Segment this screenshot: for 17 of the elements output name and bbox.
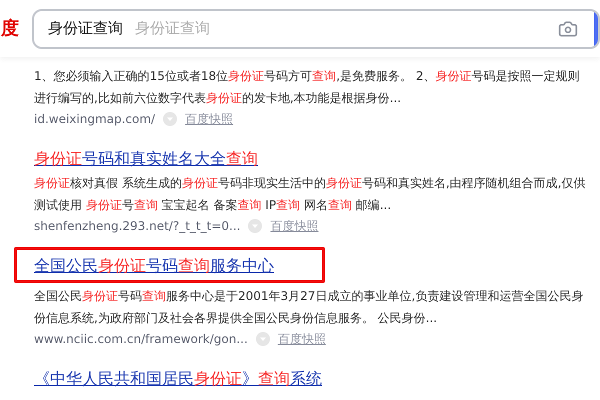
search-query: 身份证查询 <box>48 18 123 40</box>
result-snippet: 1、您必须输入正确的15位或者18位身份证号码方可查询,是免费服务。 2、身份证号码是按照一定规则进行编写的,比如前六位数字代表身份证的发卡地,本功能是根据身份... <box>34 68 580 107</box>
search-suggestion: 身份证查询 <box>135 18 211 40</box>
result-snippet: 身份证核对真假 系统生成的身份证号码非现实生活中的身份证号码和真实姓名,由程序随机组合而成,仅供测试使用 身份证号查询 宝宝起名 备案查询 IP查询 网名查询 邮编... <box>34 175 586 214</box>
logo[interactable]: 度 <box>0 15 22 42</box>
search-field[interactable]: 身份证查询 身份证查询 <box>32 8 600 48</box>
snapshot-link[interactable]: 百度快照 <box>185 110 234 128</box>
dropdown-icon[interactable] <box>163 112 178 126</box>
result-url[interactable]: shenfenzheng.293.net/?_t_t_t=0... <box>34 217 240 235</box>
result-url[interactable]: www.nciic.com.cn/framework/gon... <box>34 330 248 348</box>
snapshot-link[interactable]: 百度快照 <box>278 330 326 348</box>
camera-icon[interactable] <box>558 18 578 38</box>
result-snippet: 全国公民身份证号码查询服务中心是于2001年3月27日成立的事业单位,负责建设管理和运营全国公民身份信息系统,为政府部门及社会各界提供全国公民身份信息服务。 公民身份... <box>34 288 584 327</box>
dropdown-icon[interactable] <box>256 332 270 346</box>
snapshot-link[interactable]: 百度快照 <box>270 217 318 235</box>
result-url[interactable]: id.weixingmap.com/ <box>34 110 156 128</box>
dropdown-icon[interactable] <box>248 219 262 233</box>
